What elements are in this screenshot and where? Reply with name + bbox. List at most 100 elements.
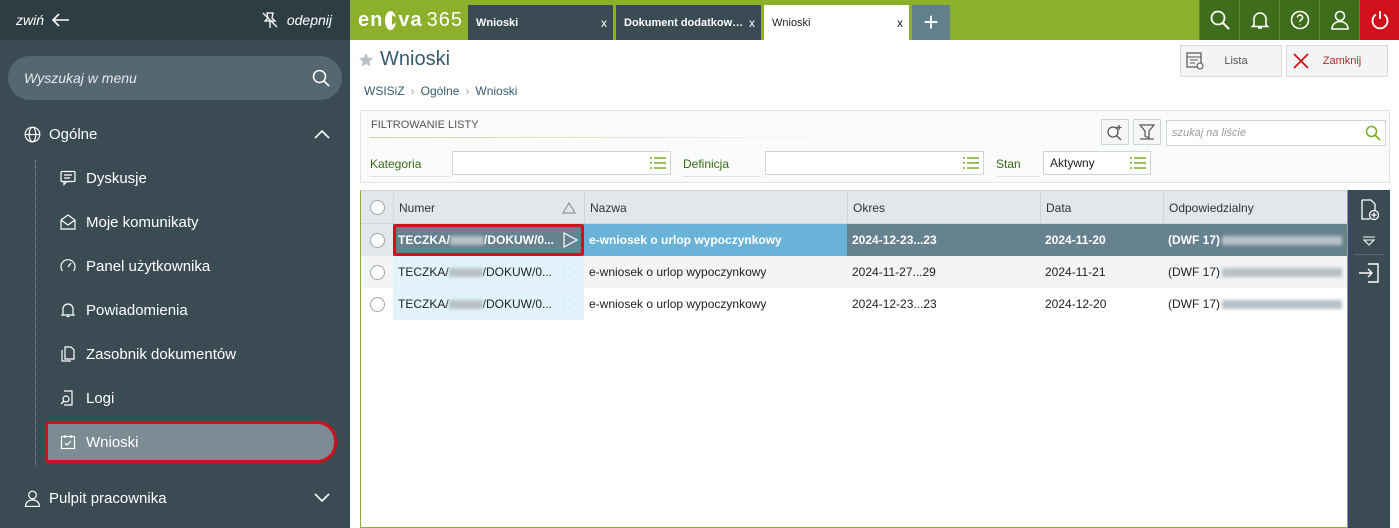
definition-field[interactable] xyxy=(765,151,984,175)
cell-okres[interactable]: 2024-12-23...23 xyxy=(847,288,1040,320)
cell-odpowiedzialny[interactable]: (DWF 17) xyxy=(1163,224,1347,256)
tab-close-button[interactable]: x xyxy=(897,16,903,30)
row-select-radio[interactable] xyxy=(361,224,393,256)
cell-okres[interactable]: 2024-11-27...29 xyxy=(847,256,1040,288)
list-picker-icon[interactable] xyxy=(650,157,666,169)
table-header: Numer Nazwa Okres Data Odpowiedzialny xyxy=(361,191,1347,224)
chevron-down-icon xyxy=(314,493,330,503)
select-all-checkbox[interactable] xyxy=(361,191,393,224)
notifications-button[interactable] xyxy=(1239,0,1279,40)
list-picker-icon[interactable] xyxy=(1130,157,1146,169)
list-picker-icon[interactable] xyxy=(963,157,979,169)
cell-data[interactable]: 2024-11-20 xyxy=(1040,224,1163,256)
breadcrumb-item[interactable]: Wnioski xyxy=(475,84,517,98)
redacted-text xyxy=(1222,299,1342,309)
breadcrumb-item[interactable]: Ogólne xyxy=(421,84,460,98)
cell-numer[interactable]: TECZKA/ /DOKUW/0... xyxy=(393,224,584,256)
close-button[interactable]: Zamknij xyxy=(1286,45,1388,77)
odp-code: (DWF 17) xyxy=(1168,233,1220,247)
search-icon[interactable] xyxy=(1365,125,1381,141)
cell-nazwa[interactable]: e-wniosek o urlop wypoczynkowy xyxy=(584,256,847,288)
column-header-okres[interactable]: Okres xyxy=(847,191,1040,224)
table-row[interactable]: TECZKA/ /DOKUW/0... e-wniosek o urlop wyp… xyxy=(361,256,1347,288)
tab-close-button[interactable]: x xyxy=(601,16,607,30)
tab-label: Wnioski xyxy=(772,16,811,29)
sidebar-item-moje-komunikaty[interactable]: Moje komunikaty xyxy=(48,202,342,242)
filter-button[interactable] xyxy=(1133,119,1161,145)
tab-label: Dokument dodatkow… xyxy=(624,16,744,29)
row-select-radio[interactable] xyxy=(361,256,393,288)
play-icon[interactable] xyxy=(562,232,578,248)
star-icon[interactable] xyxy=(358,52,374,68)
global-search-button[interactable] xyxy=(1199,0,1239,40)
cell-odpowiedzialny[interactable]: (DWF 17) xyxy=(1163,256,1347,288)
sidebar-item-panel-uzytkownika[interactable]: Panel użytkownika xyxy=(48,246,342,286)
sidebar-item-label: Logi xyxy=(86,389,115,407)
chat-icon xyxy=(60,170,76,186)
radio-icon xyxy=(369,232,385,248)
envelope-icon xyxy=(60,214,76,230)
table-row[interactable]: TECZKA/ /DOKUW/0... e-wniosek o urlop wyp… xyxy=(361,288,1347,320)
tab-close-button[interactable]: x xyxy=(749,16,755,30)
tab-wnioski-active[interactable]: Wnioski x xyxy=(764,5,909,40)
list-search-input[interactable]: szukaj na liście xyxy=(1166,120,1386,146)
unpin-button[interactable]: odepnij xyxy=(261,11,332,29)
column-header-nazwa[interactable]: Nazwa xyxy=(584,191,847,224)
enter-button[interactable] xyxy=(1348,255,1390,291)
tab-dokument-dodatkowy[interactable]: Dokument dodatkow… x xyxy=(616,5,761,40)
radio-icon xyxy=(369,200,385,215)
tab-wnioski-1[interactable]: Wnioski x xyxy=(468,5,613,40)
sidebar-item-dyskusje[interactable]: Dyskusje xyxy=(48,158,342,198)
tab-label: Wnioski xyxy=(476,16,519,29)
add-tab-button[interactable]: + xyxy=(912,5,950,40)
play-icon[interactable] xyxy=(562,264,578,280)
collapse-label: zwiń xyxy=(16,12,45,28)
breadcrumb-item[interactable]: WSISiZ xyxy=(364,84,405,98)
help-button[interactable] xyxy=(1279,0,1319,40)
cell-nazwa[interactable]: e-wniosek o urlop wypoczynkowy xyxy=(584,224,847,256)
radio-icon xyxy=(369,264,385,280)
search-plus-icon xyxy=(1107,125,1122,141)
category-field[interactable] xyxy=(452,151,671,175)
cell-data[interactable]: 2024-11-21 xyxy=(1040,256,1163,288)
cell-numer[interactable]: TECZKA/ /DOKUW/0... xyxy=(393,256,584,288)
list-button[interactable]: Lista xyxy=(1180,45,1282,77)
top-bar: en va 365 Wnioski x Dokument dodatkow… x W… xyxy=(350,0,1399,40)
filter-icon xyxy=(1138,124,1156,140)
user-profile-button[interactable] xyxy=(1319,0,1359,40)
play-icon[interactable] xyxy=(562,296,578,312)
redacted-text xyxy=(1222,267,1342,277)
logout-button[interactable] xyxy=(1359,0,1399,40)
collapse-button[interactable]: zwiń xyxy=(16,12,70,28)
table-row[interactable]: TECZKA/ /DOKUW/0... e-wniosek o urlop wyp… xyxy=(361,224,1347,256)
column-header-odpowiedzialny[interactable]: Odpowiedzialny xyxy=(1163,191,1347,224)
column-header-numer[interactable]: Numer xyxy=(393,191,584,224)
sidebar-section-employee[interactable]: Pulpit pracownika xyxy=(0,478,350,518)
sidebar-item-logi[interactable]: Logi xyxy=(48,378,342,418)
arrow-left-icon xyxy=(52,13,70,27)
new-document-button[interactable] xyxy=(1348,192,1390,228)
status-label: Stan xyxy=(996,157,1040,177)
status-field[interactable]: Aktywny xyxy=(1043,151,1151,175)
sidebar-item-wnioski[interactable]: Wnioski xyxy=(45,421,337,463)
row-select-radio[interactable] xyxy=(361,288,393,320)
status-value: Aktywny xyxy=(1050,156,1095,170)
advanced-search-button[interactable] xyxy=(1101,119,1129,145)
sidebar-item-zasobnik-dokumentow[interactable]: Zasobnik dokumentów xyxy=(48,334,342,374)
sidebar-item-powiadomienia[interactable]: Powiadomienia xyxy=(48,290,342,330)
column-header-data[interactable]: Data xyxy=(1040,191,1163,224)
cell-numer[interactable]: TECZKA/ /DOKUW/0... xyxy=(393,288,584,320)
definition-label: Definicja xyxy=(683,157,761,177)
sidebar-section-general[interactable]: Ogólne xyxy=(0,114,350,154)
menu-search-input[interactable]: Wyszukaj w menu xyxy=(8,56,342,100)
cell-nazwa[interactable]: e-wniosek o urlop wypoczynkowy xyxy=(584,288,847,320)
cell-data[interactable]: 2024-12-20 xyxy=(1040,288,1163,320)
column-header-label: Odpowiedzialny xyxy=(1169,200,1254,215)
cell-odpowiedzialny[interactable]: (DWF 17) xyxy=(1163,288,1347,320)
more-actions-button[interactable] xyxy=(1348,228,1390,254)
cell-okres[interactable]: 2024-12-23...23 xyxy=(847,224,1040,256)
add-document-icon xyxy=(1361,199,1380,221)
logo-text-2: va xyxy=(398,8,423,31)
unpin-label: odepnij xyxy=(286,12,332,28)
search-icon[interactable] xyxy=(312,69,330,87)
